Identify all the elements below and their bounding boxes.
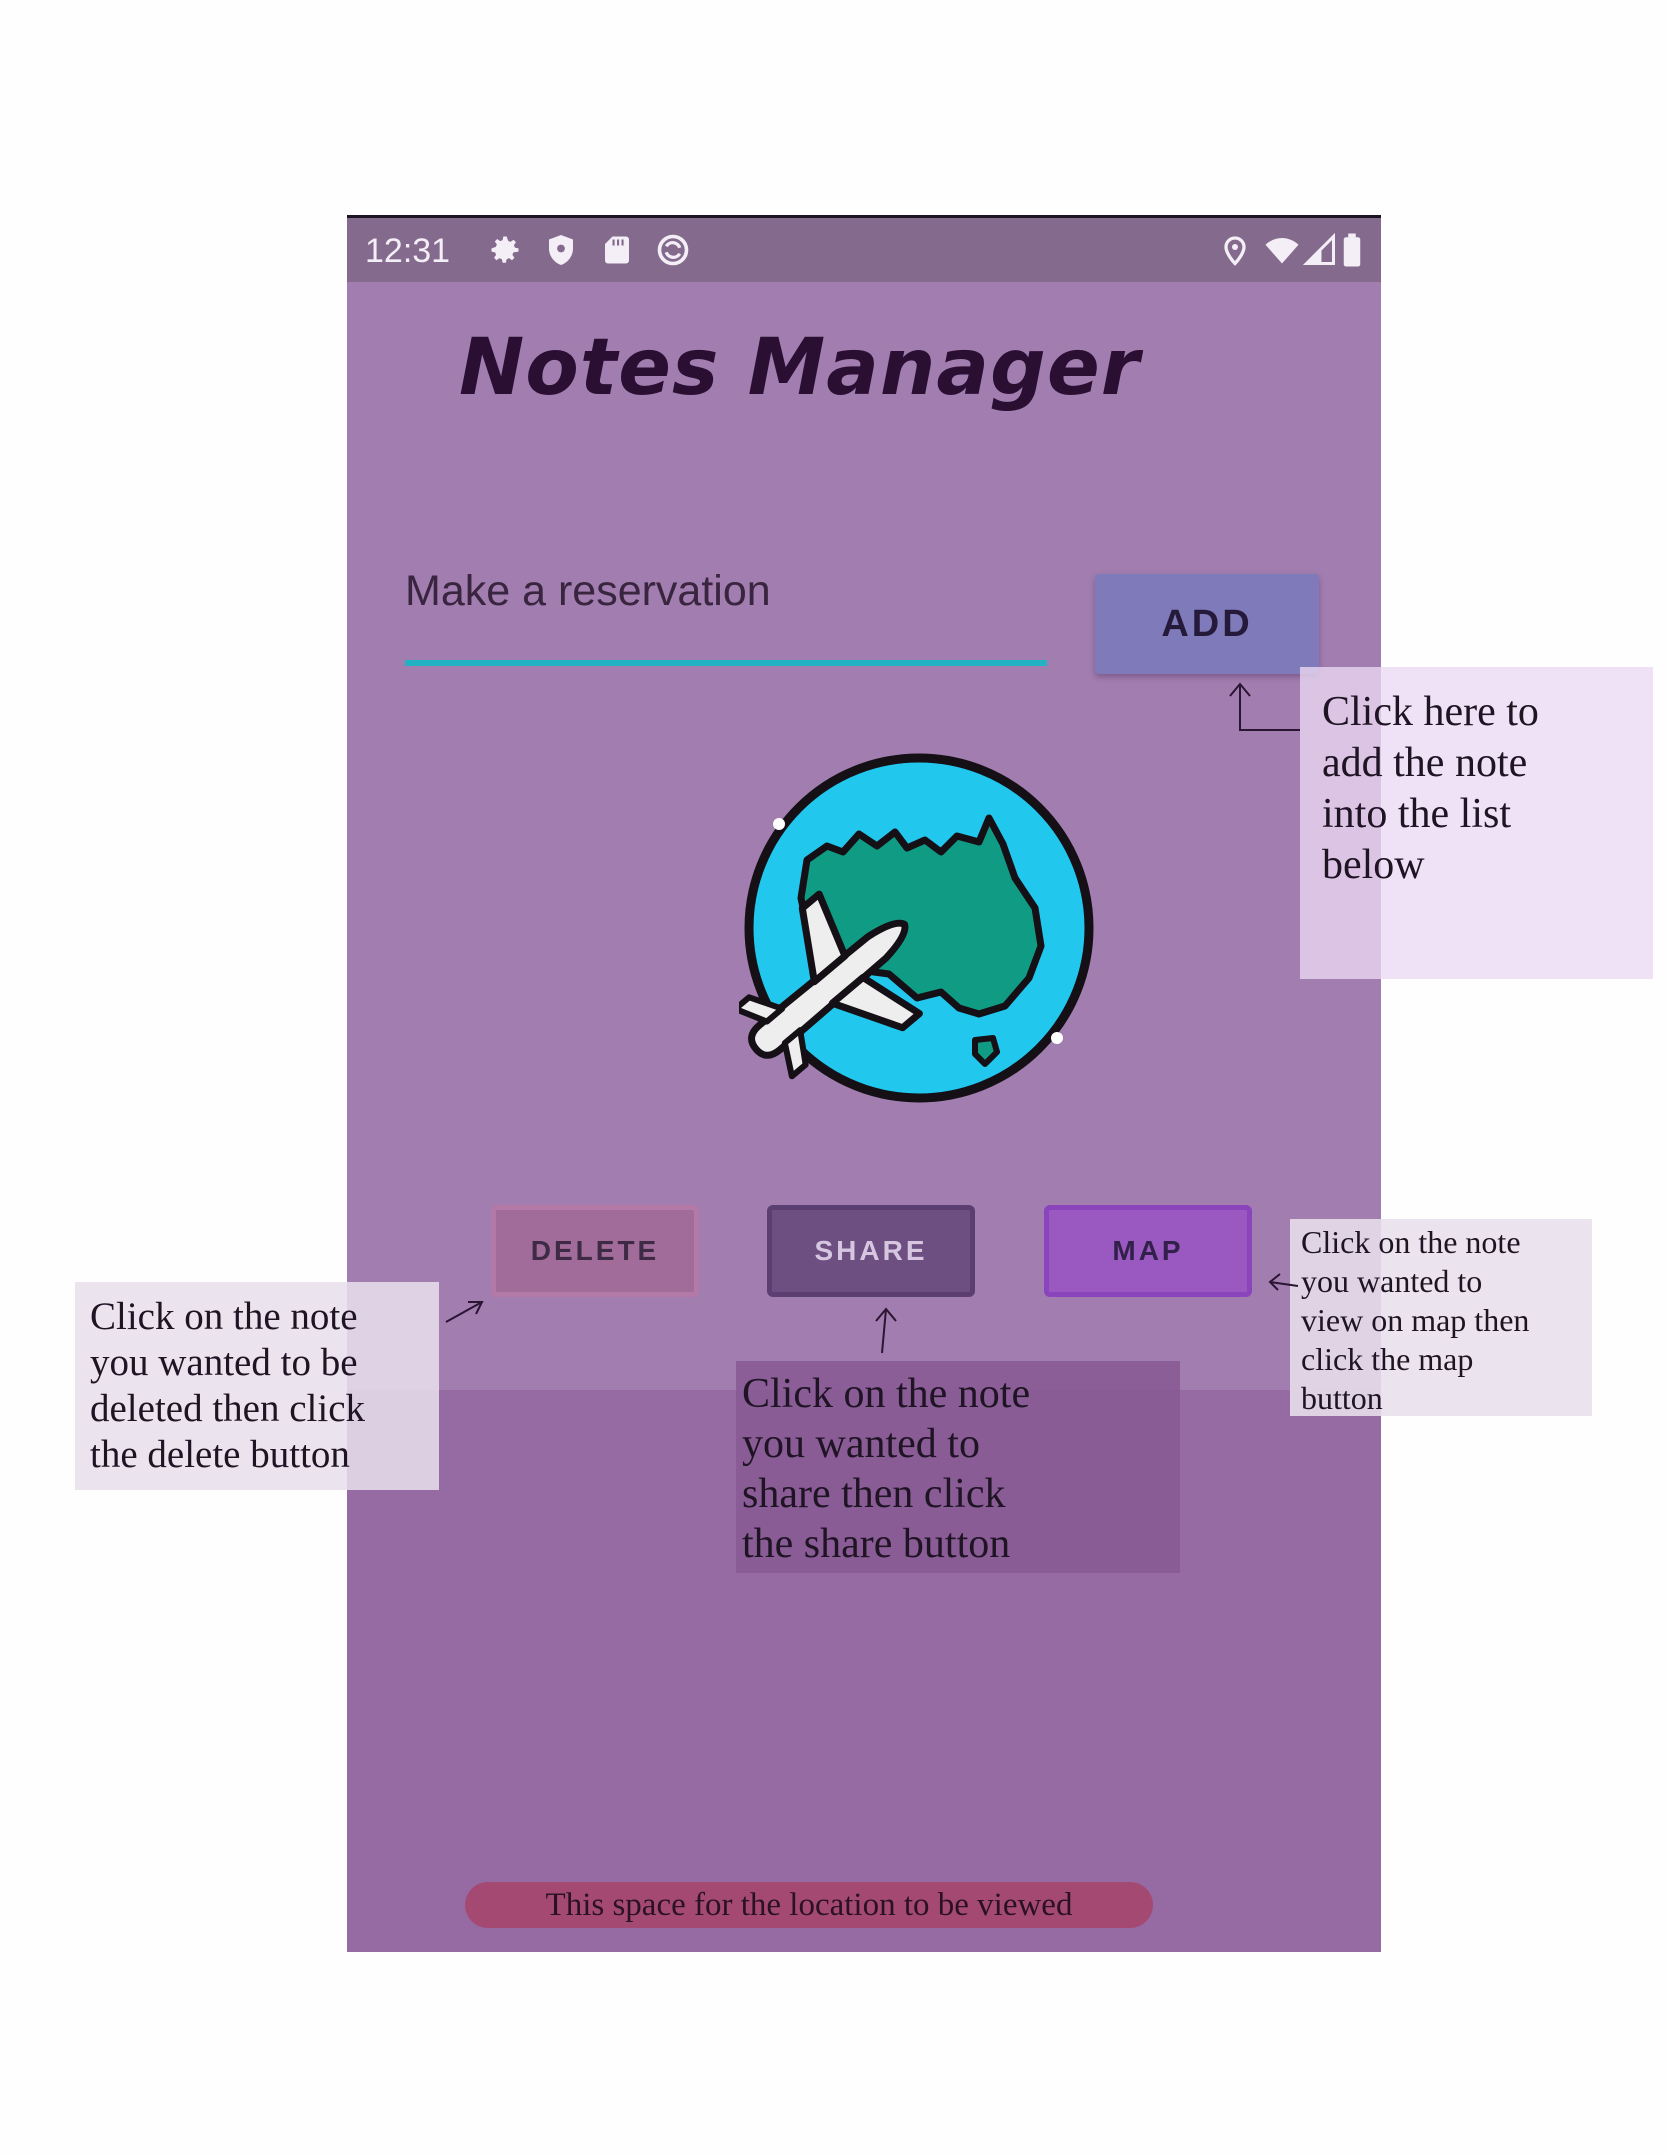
annotation-line: deleted then click — [90, 1387, 366, 1430]
arrow-to-delete-icon — [445, 1301, 484, 1323]
annotation-line: click the map — [1301, 1341, 1474, 1377]
annotation-line: into the list — [1322, 791, 1511, 837]
arrow-to-share-icon — [875, 1307, 897, 1354]
annotation-line: button — [1301, 1380, 1383, 1416]
sd-card-icon — [605, 236, 629, 264]
share-button[interactable]: SHARE — [767, 1205, 975, 1297]
wifi-icon — [1265, 238, 1299, 264]
map-button[interactable]: MAP — [1044, 1205, 1252, 1297]
status-clock: 12:31 — [365, 232, 451, 270]
annotation-line: the share button — [742, 1521, 1011, 1567]
annotation-line: Click on the note — [90, 1295, 358, 1338]
annotation-line: view on map then — [1301, 1302, 1530, 1338]
note-input[interactable] — [405, 558, 1047, 624]
annotation-line: Click here to — [1322, 689, 1539, 735]
location-display: This space for the location to be viewed — [465, 1882, 1153, 1928]
gear-icon — [491, 236, 519, 263]
app-title: Notes Manager — [459, 323, 1141, 413]
location-pin-icon — [1224, 236, 1246, 266]
battery-icon — [1343, 233, 1361, 267]
annotation-line: the delete button — [90, 1433, 350, 1476]
delete-button[interactable]: DELETE — [491, 1205, 699, 1297]
phone-screen: 12:31 Notes Manager Make a reservation A… — [347, 215, 1381, 1952]
sync-icon — [657, 234, 689, 266]
annotation-line: add the note — [1322, 740, 1528, 786]
annotation-add: Click here to add the note into the list… — [1300, 667, 1653, 979]
annotation-line: you wanted to — [1301, 1263, 1483, 1299]
globe-airplane-icon — [739, 753, 1094, 1103]
annotation-line: Click on the note — [742, 1371, 1031, 1417]
annotation-line: you wanted to be — [90, 1341, 358, 1384]
annotation-line: Click on the note — [1301, 1224, 1521, 1260]
annotation-map: Click on the note you wanted to view on … — [1290, 1219, 1592, 1416]
annotation-line: below — [1322, 842, 1425, 888]
arrow-to-add-icon — [1229, 682, 1300, 731]
annotation-line: share then click — [742, 1471, 1006, 1517]
add-button[interactable]: ADD — [1095, 574, 1319, 674]
annotation-line: you wanted to — [742, 1421, 980, 1467]
arrow-to-map-icon — [1268, 1273, 1299, 1291]
signal-icon — [1302, 232, 1335, 265]
shield-icon — [549, 235, 573, 265]
status-bar: 12:31 — [347, 218, 1381, 282]
annotation-delete: Click on the note you wanted to be delet… — [75, 1282, 439, 1490]
annotation-share: Click on the note you wanted to share th… — [736, 1361, 1180, 1573]
input-underline — [405, 660, 1047, 666]
